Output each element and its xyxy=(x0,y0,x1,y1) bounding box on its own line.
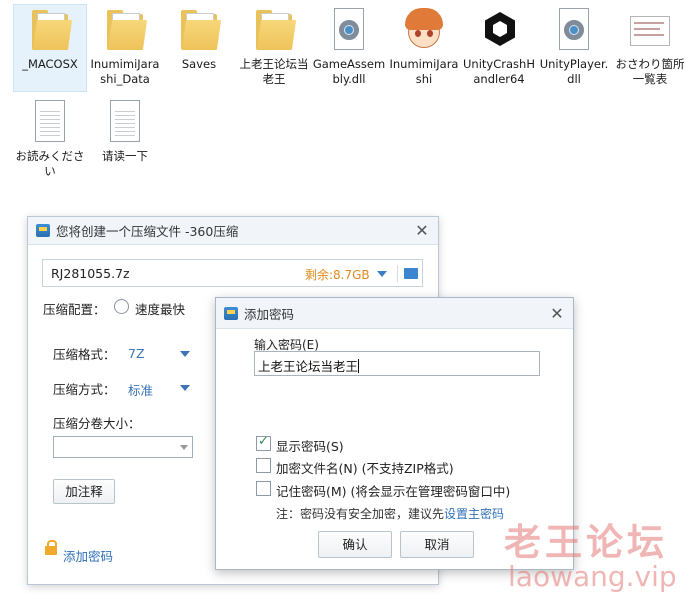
anime-avatar-icon xyxy=(400,6,448,54)
folder-browse-icon[interactable] xyxy=(404,268,418,279)
text-caret xyxy=(358,359,360,373)
file-label: 上老王论坛当老王 xyxy=(239,57,309,86)
folder-icon xyxy=(175,6,223,54)
file-item-macosx[interactable]: _MACOSX xyxy=(13,4,87,92)
file-label: Saves xyxy=(181,57,217,71)
file-item-gameassembly[interactable]: GameAssembly.dll xyxy=(312,4,386,87)
password-value: 上老王论坛当老王 xyxy=(258,359,359,374)
remember-password-label: 记住密码(M) (将会显示在管理密码窗口中) xyxy=(276,484,511,499)
text-file-icon xyxy=(101,98,149,146)
title-bar[interactable]: 您将创建一个压缩文件 -360压缩 ✕ xyxy=(28,217,438,245)
file-item-qingduyixia[interactable]: 请读一下 xyxy=(88,96,162,164)
encrypt-filenames-label: 加密文件名(N) (不支持ZIP格式) xyxy=(276,461,454,476)
file-item-saves[interactable]: Saves xyxy=(162,4,236,72)
title-bar[interactable]: 添加密码 ✕ xyxy=(216,298,573,329)
add-comment-button[interactable]: 加注释 xyxy=(53,479,115,504)
compress-config-label: 压缩配置： xyxy=(43,302,106,317)
close-icon[interactable]: ✕ xyxy=(412,221,432,241)
chevron-down-icon[interactable] xyxy=(377,271,387,277)
close-icon[interactable]: ✕ xyxy=(547,304,567,324)
folder-icon xyxy=(26,6,74,54)
file-label: InumimiJarashi xyxy=(389,57,459,86)
file-item-unitycrashhandler[interactable]: UnityCrashHandler64 xyxy=(462,4,536,87)
show-password-checkbox[interactable] xyxy=(256,434,271,451)
volume-size-combo[interactable] xyxy=(53,436,193,458)
file-label: _MACOSX xyxy=(22,57,78,71)
file-label: お読みください xyxy=(15,149,85,178)
folder-icon xyxy=(101,6,149,54)
folder-icon xyxy=(250,6,298,54)
file-label: UnityPlayer.dll xyxy=(539,57,609,86)
format-label: 压缩格式： xyxy=(53,347,116,362)
encrypt-filenames-checkbox[interactable] xyxy=(256,458,271,473)
file-label: GameAssembly.dll xyxy=(312,57,386,86)
file-item-unityplayer[interactable]: UnityPlayer.dll xyxy=(537,4,611,87)
file-item-inumimijarashi-data[interactable]: InumimiJarashi_Data xyxy=(88,4,162,87)
file-item-laowang-folder[interactable]: 上老王论坛当老王 xyxy=(237,4,311,87)
show-password-label: 显示密码(S) xyxy=(276,439,344,454)
format-select[interactable]: 7Z xyxy=(128,346,145,361)
speed-fastest-radio[interactable] xyxy=(114,299,129,314)
chevron-down-icon[interactable] xyxy=(180,385,190,391)
divider xyxy=(397,265,398,282)
dialog-title: 添加密码 xyxy=(244,306,295,322)
chevron-down-icon[interactable] xyxy=(180,445,188,450)
lock-icon xyxy=(45,540,57,555)
dll-gear-icon xyxy=(325,6,373,54)
chevron-down-icon[interactable] xyxy=(180,351,190,357)
method-label: 压缩方式： xyxy=(53,382,116,397)
unity-icon xyxy=(475,6,523,54)
speed-fastest-label: 速度最快 xyxy=(135,302,186,317)
method-select[interactable]: 标准 xyxy=(128,380,153,399)
volume-size-label: 压缩分卷大小： xyxy=(53,416,141,431)
file-label: InumimiJarashi_Data xyxy=(90,57,160,86)
watermark-title: 老王论坛 xyxy=(504,521,668,564)
ok-button[interactable]: 确认 xyxy=(318,531,392,558)
cancel-button[interactable]: 取消 xyxy=(400,531,474,558)
file-item-oyomikudasai[interactable]: お読みください xyxy=(13,96,87,179)
free-space-label: 剩余:8.7GB xyxy=(305,268,370,282)
archive-name: RJ281055.7z xyxy=(51,266,130,281)
file-item-inumimijarashi-exe[interactable]: InumimiJarashi xyxy=(387,4,461,87)
set-master-password-link[interactable]: 设置主密码 xyxy=(444,505,504,522)
window-title: 您将创建一个压缩文件 -360压缩 xyxy=(56,224,239,239)
password-input[interactable]: 上老王论坛当老王 xyxy=(254,351,540,376)
archive-app-icon xyxy=(36,224,50,237)
add-password-link[interactable]: 添加密码 xyxy=(63,546,113,565)
file-item-osawari-list[interactable]: おさわり箇所一覧表 xyxy=(613,4,687,87)
watermark-url: laowang.vip xyxy=(508,560,677,593)
archive-path-field[interactable]: RJ281055.7z 剩余:8.7GB xyxy=(42,259,423,287)
text-file-icon xyxy=(26,98,74,146)
remember-password-checkbox[interactable] xyxy=(256,481,271,496)
archive-app-icon xyxy=(224,306,238,320)
security-note: 注：密码没有安全加密，建议先 xyxy=(276,507,445,521)
file-label: UnityCrashHandler64 xyxy=(463,57,535,86)
file-label: おさわり箇所一覧表 xyxy=(615,57,685,86)
file-label: 请读一下 xyxy=(102,149,148,163)
spreadsheet-icon xyxy=(626,6,674,54)
dll-gear-icon xyxy=(550,6,598,54)
